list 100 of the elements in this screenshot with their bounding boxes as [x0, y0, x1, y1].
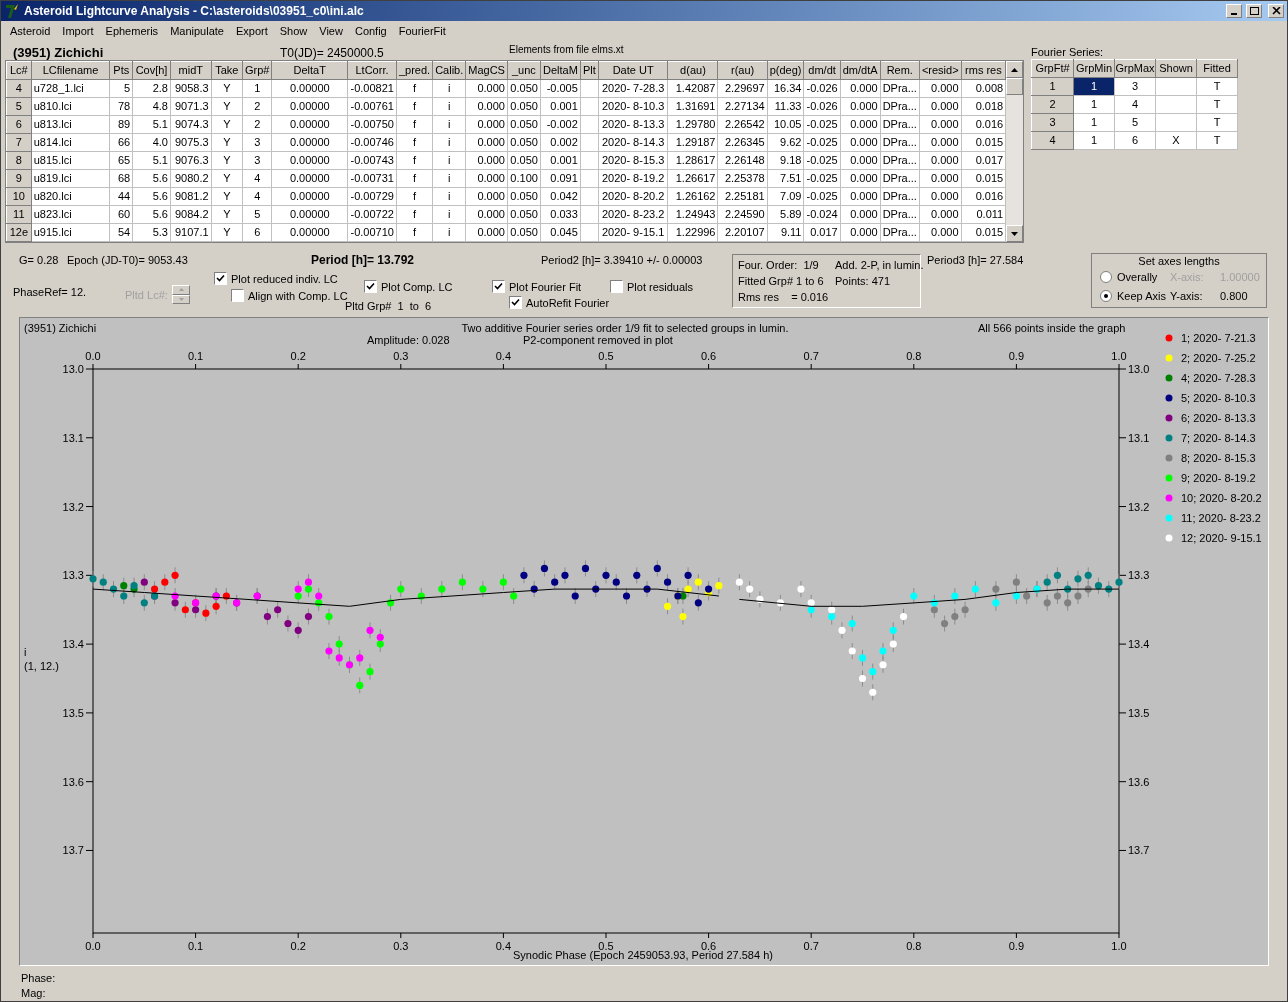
table-cell: 16.34 — [767, 79, 804, 98]
table-cell: 0.000 — [919, 97, 962, 116]
table-cell: 60 — [109, 205, 133, 224]
table-cell: i — [432, 97, 466, 116]
table-cell: 0.00000 — [272, 97, 348, 116]
axis-tick-label: 0.3 — [393, 350, 409, 362]
legend-label: 9; 2020- 8-19.2 — [1181, 472, 1256, 484]
table-cell: 2.25181 — [718, 187, 768, 206]
table-cell: 9074.3 — [170, 115, 212, 134]
table-cell: 1 — [1073, 95, 1115, 114]
table-cell: 2 — [242, 115, 272, 134]
table-cell: 5 — [109, 79, 133, 98]
table-cell: -0.00743 — [347, 151, 397, 170]
table-cell: -0.026 — [804, 97, 841, 116]
table-cell: 7.09 — [767, 187, 804, 206]
table-cell: 2.20107 — [718, 223, 768, 242]
fit-info-text: Points: 471 — [835, 274, 892, 288]
axis-tick-label: 0.0 — [85, 350, 101, 362]
elements-text: Elements from file elms.xt — [509, 43, 624, 57]
table-cell: 1.24943 — [667, 205, 718, 224]
table-cell: -0.005 — [540, 79, 581, 98]
axis-tick-label: 13.3 — [62, 569, 84, 582]
axis-tick-label: 0.7 — [803, 350, 819, 362]
asteroid-name: (3951) Zichichi — [13, 44, 104, 62]
field-label: Y-axis: — [1170, 288, 1204, 304]
table-cell: 0.000 — [465, 133, 508, 152]
table-cell: -0.002 — [540, 115, 581, 134]
table-cell: 2020- 8-13.3 — [598, 115, 668, 134]
table-cell: 0.050 — [507, 223, 541, 242]
axis-tick-label: 13.7 — [62, 844, 84, 857]
legend-label: 8; 2020- 8-15.3 — [1181, 452, 1256, 464]
table-cell: 0.000 — [840, 169, 881, 188]
table-cell: 0.00000 — [272, 205, 348, 224]
table-cell: 2020- 8-15.3 — [598, 151, 668, 170]
table-cell: 0.033 — [540, 205, 581, 224]
table-cell: 3 — [1114, 77, 1156, 96]
table-cell: i — [432, 115, 466, 134]
table-cell: 2 — [242, 97, 272, 116]
table-cell: -0.025 — [804, 133, 841, 152]
table-cell: DPra... — [880, 223, 920, 242]
table-cell: 2.25378 — [718, 169, 768, 188]
table-cell: -0.00729 — [347, 187, 397, 206]
table-cell: 1.26162 — [667, 187, 718, 206]
table-cell: 54 — [109, 223, 133, 242]
table-cell: -0.025 — [804, 169, 841, 188]
table-cell: 0.000 — [840, 187, 881, 206]
table-cell: 6 — [1114, 131, 1156, 150]
epoch-text: Epoch (JD-T0)= 9053.43 — [67, 253, 188, 268]
axis-tick-label: 0.5 — [598, 350, 614, 362]
table-cell: u820.lci — [31, 187, 110, 206]
table-cell: -0.00746 — [347, 133, 397, 152]
table-cell: 0.000 — [919, 133, 962, 152]
table-cell: 1.28617 — [667, 151, 718, 170]
table-cell: 65 — [109, 151, 133, 170]
table-cell: 9084.2 — [170, 205, 212, 224]
axis-tick-label: 0.1 — [187, 940, 204, 952]
table-cell: 0.000 — [919, 169, 962, 188]
axis-tick-label: 0.7 — [803, 940, 819, 952]
table-cell: 1.29780 — [667, 115, 718, 134]
table-cell: 2.26148 — [718, 151, 768, 170]
axis-tick-label: 13.2 — [1128, 500, 1150, 513]
table-cell: f — [396, 115, 433, 134]
table-cell: 0.00000 — [272, 133, 348, 152]
window-title: Asteroid Lightcurve Analysis - C:\asteroids\03951_c0\ini.alc — [24, 3, 365, 20]
table-cell: 0.000 — [465, 205, 508, 224]
period-text: Period [h]= 13.792 — [311, 252, 415, 269]
table-cell: 0.000 — [840, 151, 881, 170]
table-cell: 5 — [1114, 113, 1156, 132]
table-cell: 5.6 — [132, 169, 171, 188]
table-cell: u810.lci — [31, 97, 110, 116]
axis-tick-label: 13.4 — [62, 638, 84, 651]
axis-title: i — [24, 646, 27, 658]
table-cell: 1.22996 — [667, 223, 718, 242]
table-cell: 5 — [242, 205, 272, 224]
table-cell: 0.001 — [540, 97, 581, 116]
table-cell: T — [1196, 113, 1238, 132]
axis-tick-label: 13.2 — [62, 500, 84, 513]
axis-tick-label: 1.0 — [1111, 350, 1127, 362]
table-cell: i — [432, 205, 466, 224]
period3-text: Period3 [h]= 27.584 — [927, 253, 1024, 268]
table-cell: 5.1 — [132, 115, 171, 134]
table-cell: 2.24590 — [718, 205, 768, 224]
axis-tick-label: 13.5 — [62, 706, 84, 719]
legend-label: 5; 2020- 8-10.3 — [1181, 392, 1256, 404]
axis-subtitle: (1, 12.) — [24, 660, 59, 672]
table-cell: 0.000 — [919, 151, 962, 170]
table-cell: 2020- 8-20.2 — [598, 187, 668, 206]
table-cell: 2.29697 — [718, 79, 768, 98]
table-cell: 1.42087 — [667, 79, 718, 98]
table-cell: i — [432, 169, 466, 188]
table-cell: 0.000 — [919, 187, 962, 206]
axis-tick-label: 0.3 — [393, 940, 409, 952]
table-cell: -0.00821 — [347, 79, 397, 98]
table-cell: Y — [211, 169, 243, 188]
table-cell: 0.000 — [919, 115, 962, 134]
table-cell: 0.050 — [507, 97, 541, 116]
axis-tick-label: 0.1 — [187, 350, 204, 362]
table-cell: 2020- 8-19.2 — [598, 169, 668, 188]
table-cell: f — [396, 187, 433, 206]
table-cell: DPra... — [880, 205, 920, 224]
